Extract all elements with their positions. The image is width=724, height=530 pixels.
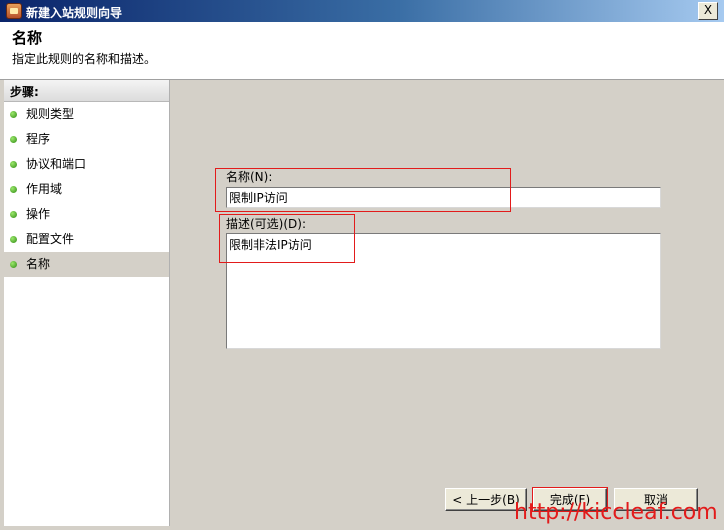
- title-bar: 新建入站规则向导 X: [0, 0, 724, 22]
- step-item-rule-type[interactable]: 规则类型: [4, 102, 169, 127]
- step-dot-icon: [10, 161, 17, 168]
- step-dot-icon: [10, 186, 17, 193]
- step-item-program[interactable]: 程序: [4, 127, 169, 152]
- step-label: 作用域: [26, 182, 63, 196]
- step-dot-icon: [10, 136, 17, 143]
- step-item-name[interactable]: 名称: [4, 252, 169, 277]
- step-dot-icon: [10, 211, 17, 218]
- step-label: 协议和端口: [26, 157, 87, 171]
- description-label: 描述(可选)(D):: [226, 217, 307, 231]
- step-dot-icon: [10, 261, 17, 268]
- step-label: 名称: [26, 257, 51, 271]
- close-button[interactable]: X: [698, 2, 718, 20]
- watermark-text: http://kiccleaf.com: [514, 500, 718, 525]
- step-item-scope[interactable]: 作用域: [4, 177, 169, 202]
- step-label: 规则类型: [26, 107, 75, 121]
- step-label: 程序: [26, 132, 51, 146]
- steps-panel: 步骤: 规则类型 程序 协议和端口 作用域 操作 配置文件 名称: [4, 80, 170, 526]
- page-title: 名称: [12, 29, 43, 47]
- steps-heading: 步骤:: [4, 80, 169, 102]
- page-subtitle: 指定此规则的名称和描述。: [12, 52, 157, 66]
- step-label: 操作: [26, 207, 51, 221]
- name-label: 名称(N):: [226, 170, 273, 184]
- wizard-header: 名称 指定此规则的名称和描述。: [0, 22, 724, 80]
- firewall-icon: [6, 3, 22, 19]
- step-item-protocol-ports[interactable]: 协议和端口: [4, 152, 169, 177]
- step-item-profile[interactable]: 配置文件: [4, 227, 169, 252]
- window-title: 新建入站规则向导: [26, 6, 123, 20]
- step-dot-icon: [10, 236, 17, 243]
- step-item-action[interactable]: 操作: [4, 202, 169, 227]
- steps-list: 规则类型 程序 协议和端口 作用域 操作 配置文件 名称: [4, 102, 169, 277]
- step-dot-icon: [10, 111, 17, 118]
- name-input[interactable]: [226, 187, 661, 208]
- step-label: 配置文件: [26, 232, 75, 246]
- description-textarea[interactable]: 限制非法IP访问: [226, 233, 661, 349]
